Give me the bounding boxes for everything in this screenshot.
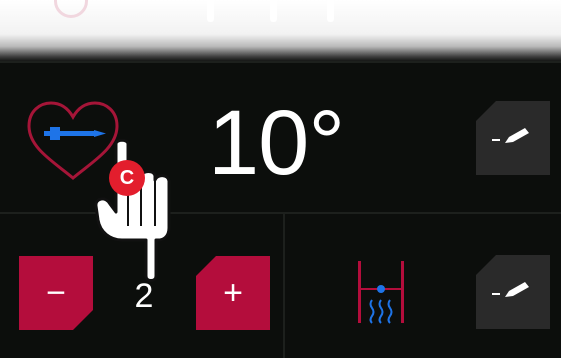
edit-pencil-icon xyxy=(492,128,529,143)
divider xyxy=(0,212,561,214)
divider xyxy=(0,61,561,63)
heating-edit-button[interactable] xyxy=(476,255,550,329)
touch-badge-label: C xyxy=(119,166,135,189)
indicator-pip xyxy=(207,0,214,22)
plus-label: + xyxy=(223,273,243,312)
increase-button[interactable]: + xyxy=(196,256,270,330)
core-temperature-edit-button[interactable] xyxy=(476,101,550,175)
pointing-hand-icon xyxy=(94,138,171,282)
touch-indicator: C xyxy=(92,136,184,286)
touch-badge: C xyxy=(109,160,145,196)
decrease-button[interactable]: − xyxy=(19,256,93,330)
indicator-pip xyxy=(327,0,334,22)
core-temperature-value: 10° xyxy=(208,92,345,194)
top-status-bar xyxy=(0,0,561,62)
minus-label: − xyxy=(46,273,66,312)
edit-pencil-icon xyxy=(492,282,529,297)
indicator-pip xyxy=(270,0,277,22)
divider xyxy=(283,213,285,358)
bottom-heat-icon xyxy=(358,261,404,324)
status-ring-icon xyxy=(54,0,88,18)
